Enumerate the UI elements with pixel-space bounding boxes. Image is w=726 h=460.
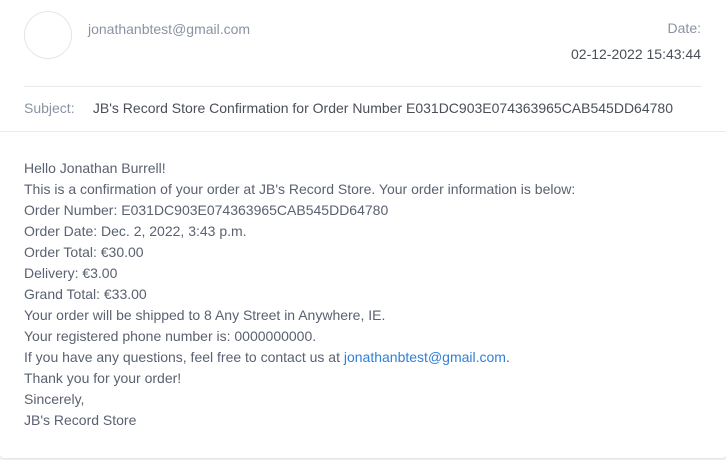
date-value: 02-12-2022 15:43:44	[571, 46, 701, 62]
signature-line: JB's Record Store	[24, 412, 137, 428]
subject-label: Subject:	[24, 100, 75, 116]
contact-email-link[interactable]: jonathanbtest@gmail.com	[344, 349, 506, 365]
date-label: Date:	[667, 20, 701, 36]
order-total-line: Order Total: €30.00	[24, 244, 144, 260]
signoff-line: Sincerely,	[24, 391, 85, 407]
grand-total-line: Grand Total: €33.00	[24, 286, 147, 302]
phone-line: Your registered phone number is: 0000000…	[24, 328, 317, 344]
subject-row: Subject: JB's Record Store Confirmation …	[24, 100, 673, 116]
delivery-line: Delivery: €3.00	[24, 265, 118, 281]
sender-avatar	[24, 11, 72, 59]
order-number-line: Order Number: E031DC903E074363965CAB545D…	[24, 202, 389, 218]
contact-line: If you have any questions, feel free to …	[24, 347, 575, 368]
subject-text: JB's Record Store Confirmation for Order…	[92, 100, 673, 116]
header-divider	[0, 131, 726, 132]
shipping-line: Your order will be shipped to 8 Any Stre…	[24, 307, 386, 323]
contact-suffix: .	[505, 349, 510, 365]
intro-line: This is a confirmation of your order at …	[24, 181, 576, 197]
order-date-line: Order Date: Dec. 2, 2022, 3:43 p.m.	[24, 223, 247, 239]
email-header: jonathanbtest@gmail.com Date: 02-12-2022…	[24, 0, 702, 87]
email-card: jonathanbtest@gmail.com Date: 02-12-2022…	[0, 0, 726, 458]
greeting-line: Hello Jonathan Burrell!	[24, 160, 166, 176]
email-body: Hello Jonathan Burrell! This is a confir…	[24, 158, 575, 431]
contact-prefix: If you have any questions, feel free to …	[24, 349, 344, 365]
sender-email: jonathanbtest@gmail.com	[88, 21, 251, 37]
thanks-line: Thank you for your order!	[24, 370, 182, 386]
